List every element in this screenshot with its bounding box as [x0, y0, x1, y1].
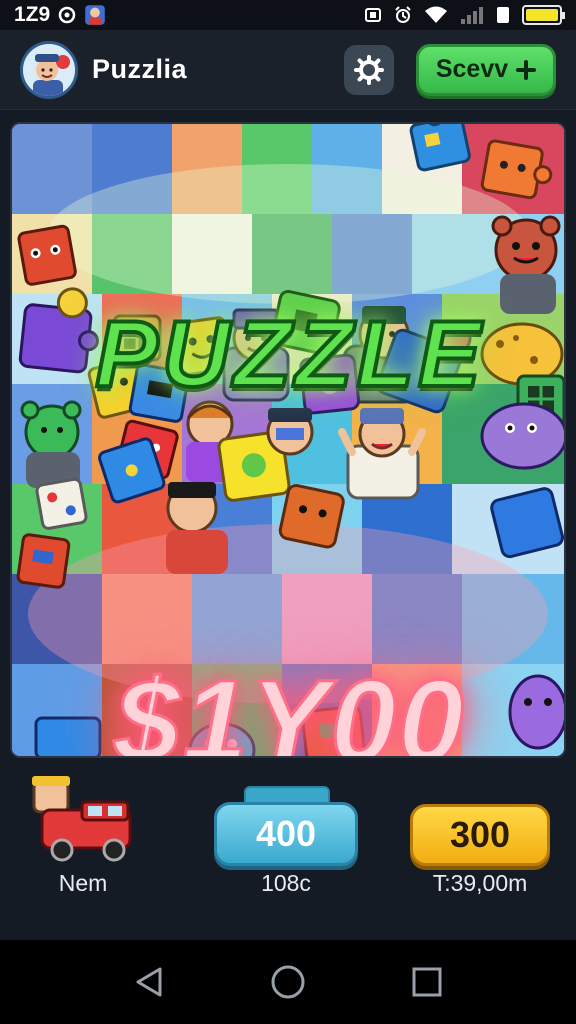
puzzle-piece-orange-2 [278, 483, 345, 549]
status-bar: 1Z9 [0, 0, 576, 30]
level-value: 400 [255, 813, 317, 854]
bear-character-green [20, 400, 82, 488]
puzzle-board[interactable]: PUZZLE $1Y00 [10, 122, 566, 758]
puzzle-piece-red-left [17, 224, 77, 286]
system-nav-bar [0, 940, 576, 1024]
coins-badge[interactable]: 300 [410, 804, 550, 866]
back-button[interactable] [125, 958, 173, 1006]
monster-character-purple [480, 402, 564, 470]
boy-character-cap [266, 408, 314, 456]
notification-icon [58, 6, 76, 24]
puzzle-title: PUZZLE [93, 299, 485, 408]
status-right [364, 5, 565, 25]
plus-icon [516, 59, 537, 80]
recents-button[interactable] [403, 958, 451, 1006]
level-label: 108c [261, 870, 311, 896]
status-time: 1Z9 [14, 3, 51, 26]
puzzle-piece-blue-4 [490, 487, 564, 559]
battery-fill [526, 9, 558, 21]
battery-icon [522, 5, 565, 25]
app-title: Puzzlia [92, 54, 188, 84]
save-button-label: Scevv [435, 55, 509, 83]
prize-amount: $1Y00 [113, 655, 466, 758]
puzzle-piece-dice [35, 477, 88, 530]
mode-label: Nem [58, 870, 108, 896]
game-screen: 1Z9 Puzzlia Scevv PUZZLE $1Y00 Nem 400 1… [0, 0, 576, 1024]
puzzle-piece-red-3 [16, 533, 71, 589]
app-icon [85, 5, 105, 25]
avatar-icon [23, 43, 75, 96]
status-left: 1Z9 [14, 3, 106, 27]
title-glow [48, 164, 528, 304]
signal-icon [461, 7, 483, 24]
mode-button[interactable]: Nem [18, 770, 148, 940]
save-button[interactable]: Scevv [416, 43, 556, 96]
top-app-bar: Puzzlia Scevv [0, 30, 576, 110]
car-icon [32, 776, 132, 862]
recents-square-icon [412, 967, 442, 997]
coins-label: T:39,00m [432, 870, 528, 896]
avatar[interactable] [20, 40, 78, 99]
bottom-hud: Nem 400 108c 300 T:39,00m [0, 770, 576, 940]
back-triangle-icon [136, 967, 162, 997]
coins-value: 300 [449, 814, 511, 855]
home-circle-icon [271, 965, 305, 999]
settings-button[interactable] [344, 44, 394, 95]
nfc-icon [365, 8, 381, 22]
wifi-icon [425, 6, 447, 23]
alarm-icon [395, 6, 411, 23]
gear-icon [354, 54, 384, 85]
level-badge[interactable]: 400 [214, 802, 358, 866]
home-button[interactable] [264, 958, 312, 1006]
sim-icon [497, 7, 509, 23]
